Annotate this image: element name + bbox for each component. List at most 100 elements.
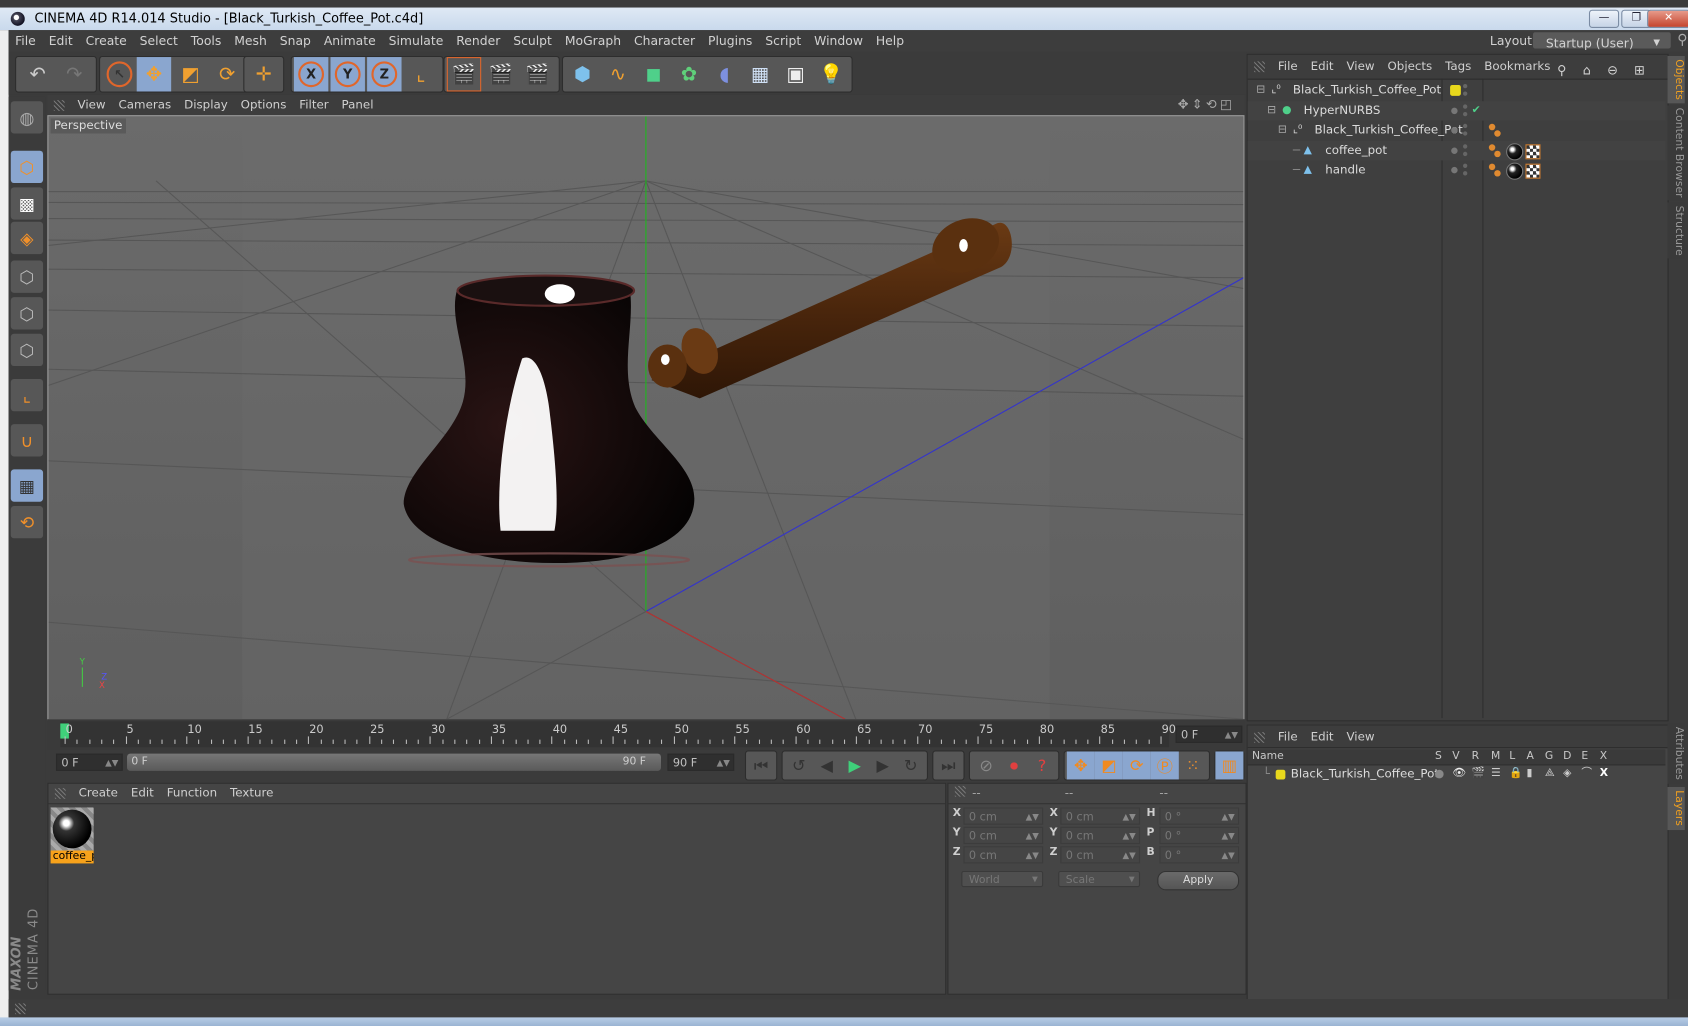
rotate-key-icon[interactable]: ⟳ — [1122, 751, 1151, 780]
menu-create[interactable]: Create — [79, 30, 133, 52]
layer-column-a[interactable]: A — [1527, 750, 1534, 762]
object-name[interactable]: Black_Turkish_Coffee_Pot — [1293, 81, 1441, 100]
menu-mograph[interactable]: MoGraph — [558, 30, 627, 52]
objects-menu-tags[interactable]: Tags — [1439, 55, 1478, 79]
editor-visibility-dot[interactable] — [1463, 163, 1468, 168]
panel-grip[interactable] — [954, 785, 966, 797]
coordinate-system-icon[interactable]: ⌞ — [404, 57, 438, 91]
undo-icon[interactable]: ↶ — [20, 57, 54, 91]
editor-visibility-dot[interactable] — [1463, 103, 1468, 109]
material-menu-function[interactable]: Function — [160, 784, 223, 803]
viewport-menu-view[interactable]: View — [71, 95, 112, 115]
render-visibility-dot[interactable] — [1463, 151, 1468, 156]
layer-name[interactable]: Black_Turkish_Coffee_Pot — [1291, 765, 1439, 782]
tab-structure[interactable]: Structure — [1667, 202, 1685, 259]
layers-menu-view[interactable]: View — [1340, 726, 1381, 750]
render-picture-viewer-icon[interactable]: 🎬 — [483, 57, 517, 91]
search-icon[interactable]: ⚲ — [1551, 58, 1577, 82]
size-field[interactable]: 0 cm ▲▼ — [1060, 807, 1141, 825]
objects-menu-view[interactable]: View — [1340, 55, 1381, 79]
rotate-view-icon[interactable]: ⟲ — [1206, 97, 1220, 112]
y-axis-lock-icon[interactable]: Y — [330, 57, 365, 92]
panel-grip[interactable] — [1254, 61, 1265, 73]
parameter-key-icon[interactable]: Ⓟ — [1150, 751, 1179, 780]
tab-content-browser[interactable]: Content Browser — [1667, 105, 1685, 201]
xref-icon[interactable]: X — [1600, 765, 1608, 782]
timeline-ruler[interactable]: 0 5 10 15 20 25 30 35 40 45 50 55 60 65 70 75 80 85 90 0 F… — [47, 719, 1245, 750]
viewport-solo-icon[interactable]: ◍ — [10, 101, 44, 134]
menu-script[interactable]: Script — [759, 30, 808, 52]
scale-key-icon[interactable]: ◩ — [1094, 751, 1123, 780]
light-icon[interactable]: 💡 — [814, 57, 848, 91]
current-frame-field[interactable]: 0 F ▲▼ — [1175, 725, 1243, 743]
snap-magnet-icon[interactable]: ∪ — [10, 424, 44, 457]
phong-tag-icon[interactable] — [1488, 163, 1496, 171]
search-icon[interactable]: ⚲ — [1671, 30, 1688, 52]
maximize-view-icon[interactable]: ◰ — [1220, 97, 1235, 112]
rotation-field[interactable]: 0 ° ▲▼ — [1159, 807, 1240, 825]
tab-attributes[interactable]: Attributes — [1667, 723, 1685, 784]
layer-column-s[interactable]: S — [1435, 750, 1442, 762]
position-field[interactable]: 0 cm ▲▼ — [963, 826, 1044, 845]
next-frame-icon[interactable]: ▶ — [869, 751, 897, 779]
keyframe-selection-icon[interactable]: ? — [1028, 751, 1056, 779]
manager-visible-icon[interactable]: ☰ — [1491, 765, 1501, 782]
material-menu-create[interactable]: Create — [72, 784, 124, 803]
object-row[interactable]: ⊟ ● HyperNURBS ✔ — [1247, 100, 1666, 121]
material-tag-icon[interactable] — [1506, 162, 1524, 180]
render-visibility-dot[interactable] — [1463, 91, 1468, 96]
deformers-icon[interactable]: ◈ — [1563, 765, 1571, 782]
object-row[interactable]: ⊟ ⌞⁰ Black_Turkish_Coffee_Pot — [1248, 81, 1666, 100]
menu-render[interactable]: Render — [450, 30, 507, 52]
timeline-icon[interactable]: ▥ — [1215, 751, 1244, 780]
record-keyframe-icon[interactable]: ⊘ — [972, 751, 1000, 779]
tab-layers[interactable]: Layers — [1667, 786, 1685, 831]
home-icon[interactable]: ⌂ — [1576, 58, 1600, 82]
layer-dot[interactable] — [1451, 107, 1458, 114]
camera-icon[interactable]: ▣ — [778, 57, 812, 91]
position-field[interactable]: 0 cm ▲▼ — [963, 846, 1044, 864]
close-button[interactable]: ✕ — [1647, 9, 1688, 28]
layer-column-l[interactable]: L — [1509, 750, 1515, 762]
rotation-field[interactable]: 0 ° ▲▼ — [1159, 846, 1240, 864]
next-key-icon[interactable]: ↻ — [897, 751, 925, 779]
previous-frame-icon[interactable]: ◀ — [813, 751, 841, 779]
material-swatch[interactable]: coffee_p — [50, 807, 94, 864]
panel-grip[interactable] — [1254, 732, 1265, 743]
expand-toggle-icon[interactable]: ⊟ — [1267, 101, 1276, 120]
menu-file[interactable]: File — [9, 30, 43, 52]
layer-column-r[interactable]: R — [1472, 750, 1479, 762]
size-field[interactable]: 0 cm ▲▼ — [1060, 826, 1141, 845]
phong-tag-icon[interactable] — [1488, 143, 1496, 151]
nurbs-icon[interactable]: ◼ — [636, 57, 670, 91]
menu-window[interactable]: Window — [808, 30, 870, 52]
move-icon[interactable]: ✥ — [136, 57, 172, 92]
locked-workplane-icon[interactable]: ▦ — [10, 469, 44, 502]
live-selection-icon[interactable]: ↖ — [102, 57, 136, 91]
editor-visibility-dot[interactable] — [1463, 143, 1468, 149]
render-visibility-dot[interactable] — [1463, 111, 1468, 116]
start-frame-field[interactable]: 0 F ▲▼ — [55, 753, 123, 771]
visible-render-icon[interactable]: 🎬 — [1472, 765, 1485, 782]
enabled-check-icon[interactable]: ✔ — [1472, 101, 1481, 120]
go-to-start-icon[interactable]: ⏮ — [747, 751, 775, 779]
objects-menu-objects[interactable]: Objects — [1381, 55, 1439, 79]
object-name[interactable]: HyperNURBS — [1304, 101, 1381, 120]
menu-mesh[interactable]: Mesh — [228, 30, 274, 52]
layer-row[interactable]: └ Black_Turkish_Coffee_Pot 👁 🎬 ☰ 🔒 ▮ ⟁ ◈… — [1248, 765, 1666, 782]
spline-pen-icon[interactable]: ∿ — [601, 57, 635, 91]
frame-ruler[interactable]: 0 5 10 15 20 25 30 35 40 45 50 55 60 65 70 75 80 85 90 — [60, 721, 1176, 748]
coordinate-space-dropdown[interactable]: World ▼ — [961, 870, 1044, 888]
animation-icon[interactable]: ▮ — [1527, 765, 1533, 782]
phong-tag-icon[interactable] — [1488, 123, 1496, 131]
previous-key-icon[interactable]: ↺ — [785, 751, 813, 779]
menu-edit[interactable]: Edit — [42, 30, 79, 52]
objects-menu-edit[interactable]: Edit — [1304, 55, 1340, 79]
menu-tools[interactable]: Tools — [184, 30, 227, 52]
x-axis-lock-icon[interactable]: X — [293, 57, 329, 92]
panel-grip[interactable] — [54, 788, 66, 799]
recent-tool-icon[interactable]: ✛ — [247, 57, 281, 91]
size-field[interactable]: 0 cm ▲▼ — [1060, 846, 1141, 864]
layout-dropdown[interactable]: Startup (User) ▼ — [1532, 32, 1671, 51]
perspective-viewport[interactable]: Perspective Y Z X — [47, 115, 1245, 721]
